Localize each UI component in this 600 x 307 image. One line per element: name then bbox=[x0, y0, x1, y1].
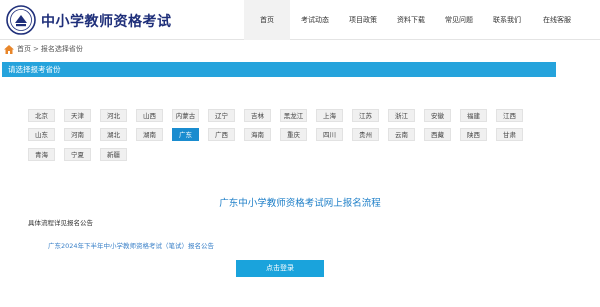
province-button[interactable]: 宁夏 bbox=[64, 148, 91, 161]
province-button[interactable]: 陕西 bbox=[460, 128, 487, 141]
province-button[interactable]: 云南 bbox=[388, 128, 415, 141]
home-icon bbox=[4, 44, 14, 54]
province-button[interactable]: 青海 bbox=[28, 148, 55, 161]
province-button[interactable]: 贵州 bbox=[352, 128, 379, 141]
province-button[interactable]: 安徽 bbox=[424, 109, 451, 122]
section-title-bar: 请选择报考省份 bbox=[2, 62, 556, 77]
nav-faq[interactable]: 常见问题 bbox=[436, 0, 482, 40]
province-button[interactable]: 北京 bbox=[28, 109, 55, 122]
province-button[interactable]: 上海 bbox=[316, 109, 343, 122]
province-button[interactable]: 福建 bbox=[460, 109, 487, 122]
province-button[interactable]: 黑龙江 bbox=[280, 109, 307, 122]
breadcrumb-separator: > bbox=[33, 45, 39, 53]
province-button[interactable]: 广西 bbox=[208, 128, 235, 141]
nav-contact[interactable]: 联系我们 bbox=[484, 0, 530, 40]
province-button[interactable]: 广东 bbox=[172, 128, 199, 141]
login-button[interactable]: 点击登录 bbox=[236, 260, 324, 277]
breadcrumb-current: 报名选择省份 bbox=[40, 45, 83, 53]
province-button[interactable]: 山西 bbox=[136, 109, 163, 122]
nav-home[interactable]: 首页 bbox=[244, 0, 290, 40]
province-button[interactable]: 山东 bbox=[28, 128, 55, 141]
breadcrumb: 首页 > 报名选择省份 bbox=[4, 44, 83, 54]
main-nav: 首页 考试动态 项目政策 资料下载 常见问题 联系我们 在线客服 bbox=[244, 0, 582, 40]
nav-online-service[interactable]: 在线客服 bbox=[532, 0, 582, 40]
province-button[interactable]: 新疆 bbox=[100, 148, 127, 161]
registration-notice-link[interactable]: 广东2024年下半年中小学教师资格考试（笔试）报名公告 bbox=[48, 240, 214, 250]
province-button[interactable]: 湖南 bbox=[136, 128, 163, 141]
site-header: 中小学教师资格考试 首页 考试动态 项目政策 资料下载 常见问题 联系我们 在线… bbox=[0, 0, 600, 40]
province-button[interactable]: 内蒙古 bbox=[172, 109, 199, 122]
province-button[interactable]: 辽宁 bbox=[208, 109, 235, 122]
province-button[interactable]: 重庆 bbox=[280, 128, 307, 141]
breadcrumb-home[interactable]: 首页 bbox=[17, 44, 31, 54]
province-button[interactable]: 江苏 bbox=[352, 109, 379, 122]
teacher-cert-logo-icon[interactable] bbox=[6, 5, 36, 35]
province-button[interactable]: 河南 bbox=[64, 128, 91, 141]
province-button[interactable]: 甘肃 bbox=[496, 128, 523, 141]
nav-downloads[interactable]: 资料下载 bbox=[388, 0, 434, 40]
detail-note: 具体流程详见报名公告 bbox=[28, 219, 93, 227]
process-title: 广东中小学教师资格考试网上报名流程 bbox=[219, 198, 381, 209]
site-title[interactable]: 中小学教师资格考试 bbox=[41, 11, 172, 31]
province-button[interactable]: 河北 bbox=[100, 109, 127, 122]
province-button[interactable]: 浙江 bbox=[388, 109, 415, 122]
province-button[interactable]: 西藏 bbox=[424, 128, 451, 141]
province-button[interactable]: 吉林 bbox=[244, 109, 271, 122]
nav-exam-news[interactable]: 考试动态 bbox=[292, 0, 338, 40]
province-button[interactable]: 天津 bbox=[64, 109, 91, 122]
province-button[interactable]: 江西 bbox=[496, 109, 523, 122]
nav-policy[interactable]: 项目政策 bbox=[340, 0, 386, 40]
province-button[interactable]: 海南 bbox=[244, 128, 271, 141]
province-button[interactable]: 湖北 bbox=[100, 128, 127, 141]
province-button[interactable]: 四川 bbox=[316, 128, 343, 141]
